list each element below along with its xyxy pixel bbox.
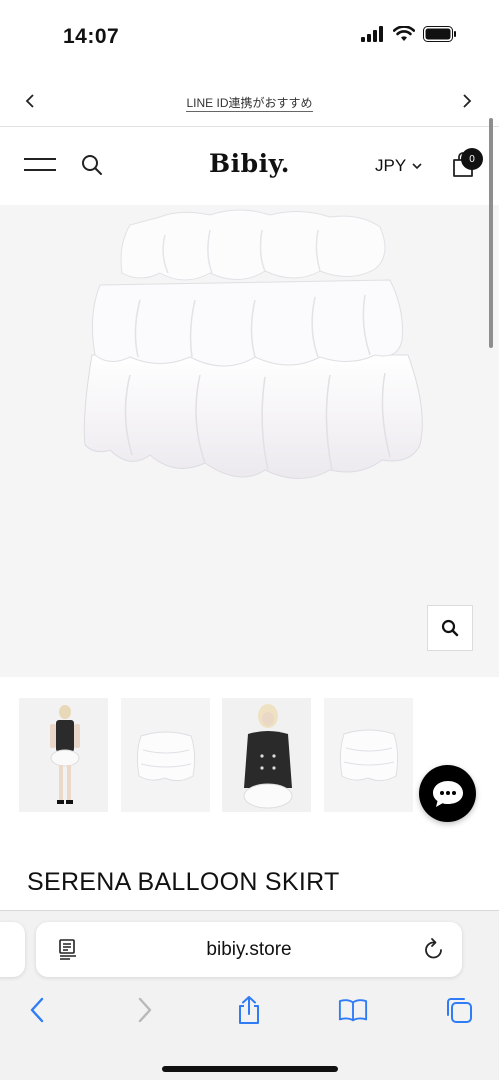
chat-button[interactable] [419,765,476,822]
zoom-button[interactable] [427,605,473,651]
signal-icon [361,26,383,42]
thumbnail-skirt-flat[interactable] [121,698,210,812]
promo-link[interactable]: LINE ID連携がおすすめ [0,94,499,112]
skirt-image [83,209,423,479]
forward-icon[interactable] [130,995,160,1025]
address-bar[interactable]: bibiy.store [36,922,462,977]
cart-count-badge: 0 [461,148,483,170]
thumbnail-model-front[interactable] [19,698,108,812]
promo-text: LINE ID連携がおすすめ [186,96,313,112]
promo-bar: LINE ID連携がおすすめ [0,75,499,127]
chevron-down-icon [412,162,422,169]
status-icons [361,26,457,42]
thumbnail-skirt-flat-2[interactable] [324,698,413,812]
battery-icon [423,26,456,42]
bookmarks-icon[interactable] [338,995,368,1025]
wifi-icon [393,26,415,41]
site-header: Bibiy. JPY [0,127,499,205]
chevron-right-icon[interactable] [459,91,475,111]
url-text: bibiy.store [206,939,292,960]
site-logo[interactable]: Bibiy. [0,149,499,178]
page-scrollbar[interactable] [489,118,493,348]
previous-tab-preview[interactable] [0,922,25,977]
thumbnail-model-closeup[interactable] [222,698,311,812]
browser-chrome: bibiy.store [0,910,499,1080]
tabs-icon[interactable] [444,995,474,1025]
reload-icon[interactable] [423,937,445,961]
home-indicator [162,1066,338,1072]
product-title: SERENA BALLOON SKIRT [27,868,340,896]
status-time: 14:07 [63,25,120,48]
currency-selector[interactable]: JPY [375,156,422,176]
currency-label: JPY [375,156,407,175]
status-bar: 14:07 [0,0,499,75]
share-icon[interactable] [234,995,264,1025]
product-main-image[interactable] [0,205,499,677]
chat-bubble-icon [432,780,463,807]
zoom-icon [441,619,459,637]
back-icon[interactable] [22,995,52,1025]
